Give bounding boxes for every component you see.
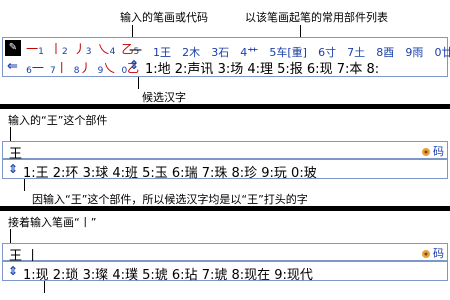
back-arrow-icon[interactable]: ⇐ bbox=[7, 59, 18, 74]
stroke-key[interactable]: 9乀 bbox=[96, 59, 116, 76]
pointer-line bbox=[44, 281, 45, 293]
stroke-key[interactable]: 7丨 bbox=[49, 59, 69, 76]
annotation-parts-list: 以该笔画起笔的常用部件列表 bbox=[245, 11, 388, 24]
page-arrows-icon[interactable]: ⇕ bbox=[129, 58, 139, 72]
part-item[interactable]: 9雨 bbox=[405, 46, 423, 59]
pointer-line bbox=[10, 229, 11, 243]
section-divider bbox=[0, 104, 450, 109]
stroke-key[interactable]: 一1 bbox=[25, 40, 45, 57]
input-code: 一 bbox=[129, 44, 143, 59]
page-arrows-icon[interactable]: ⇕ bbox=[8, 162, 18, 176]
pointer-line bbox=[10, 127, 11, 141]
page-arrows-icon[interactable]: ⇕ bbox=[8, 264, 18, 278]
ime-mode-label: 码 bbox=[433, 145, 444, 158]
stroke-key[interactable]: 8丿 bbox=[73, 59, 93, 76]
annotation-input-stroke: 接着输入笔画“丨” bbox=[8, 216, 97, 229]
stroke-key[interactable]: 6一 bbox=[25, 59, 45, 76]
pointer-line bbox=[138, 77, 139, 89]
ime-mode-label: 码 bbox=[433, 247, 444, 260]
ime-stroke-bar: ✎ 一1 丨2 丿3 乀4 乙5 一 1王 2木 3石 4艹 5车[重] 6寸 … bbox=[2, 37, 450, 77]
ime-candidate-bar: ⇕ 1:王 2:环 3:球 4:班 5:玉 6:瑞 7:珠 8:珍 9:玩 0:… bbox=[2, 159, 448, 181]
section-divider bbox=[0, 206, 450, 211]
candidate-list[interactable]: 1:现 2:琐 3:璨 4:璞 5:琥 6:玷 7:琥 8:现在 9:现代 bbox=[23, 264, 313, 283]
stroke-key-row-2: 6一 7丨 8丿 9乀 0乙 bbox=[25, 59, 140, 76]
stroke-key[interactable]: 乀4 bbox=[96, 40, 116, 57]
annotation-explain: 因输入“王”这个部件，所以候选汉字均是以“王”打头的字 bbox=[32, 193, 308, 206]
stroke-key[interactable]: 丿3 bbox=[73, 40, 93, 57]
ime-input-bar: 王 码 bbox=[2, 141, 448, 162]
ime-logo-icon[interactable]: ✎ bbox=[5, 40, 21, 56]
annotation-input-strokes: 输入的笔画或代码 bbox=[120, 11, 208, 24]
pointer-line bbox=[24, 179, 25, 191]
ime-candidate-bar: ⇕ 1:现 2:琐 3:璨 4:璞 5:琥 6:玷 7:琥 8:现在 9:现代 bbox=[2, 261, 448, 283]
stroke-key-row-1: 一1 丨2 丿3 乀4 乙5 bbox=[25, 40, 140, 57]
stroke-key[interactable]: 丨2 bbox=[49, 40, 69, 57]
annotation-input-part: 输入的“王”这个部件 bbox=[8, 114, 108, 127]
ime-input-bar: 王 丨 码 bbox=[2, 243, 448, 264]
candidate-list[interactable]: 1:地 2:声讯 3:场 4:理 5:报 6:现 7:本 8: bbox=[145, 58, 379, 77]
annotation-candidates: 候选汉字 bbox=[142, 91, 186, 104]
candidate-list[interactable]: 1:王 2:环 3:球 4:班 5:玉 6:瑞 7:珠 8:珍 9:玩 0:玻 bbox=[23, 162, 317, 181]
part-item[interactable]: 0廿 bbox=[434, 46, 450, 59]
